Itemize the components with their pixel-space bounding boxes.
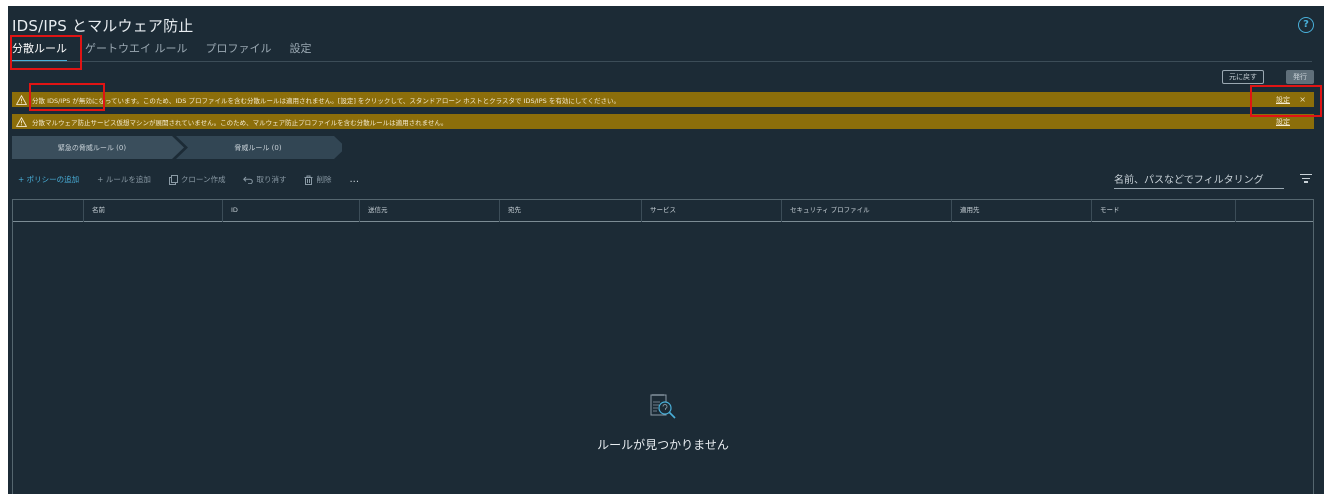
filter-icon[interactable]	[1300, 174, 1312, 185]
warning-icon	[16, 116, 27, 127]
malware-svm-alert: 分散マルウェア防止サービス仮想マシンが展開されていません。このため、マルウェア防…	[12, 114, 1314, 129]
alert-message: 分散 IDS/IPS が無効になっています。このため、IDS プロファイルを含む…	[32, 96, 620, 105]
column-header-source[interactable]: 送信元	[359, 200, 499, 222]
tab-gateway-rules[interactable]: ゲートウエイ ルール	[85, 40, 188, 62]
rules-table: 名前 ID 送信元 宛先 サービス セキュリティ プロファイル 適用先 モード …	[12, 199, 1314, 494]
tab-settings[interactable]: 設定	[290, 40, 312, 62]
column-header-destination[interactable]: 宛先	[499, 200, 641, 222]
warning-icon	[16, 94, 27, 105]
clone-button[interactable]: クローン作成	[168, 174, 226, 185]
undo-label: 取り消す	[256, 175, 287, 184]
column-header-applied-to[interactable]: 適用先	[951, 200, 1091, 222]
column-header-mode[interactable]: モード	[1091, 200, 1235, 222]
highlight-box	[1250, 85, 1322, 117]
column-header-id[interactable]: ID	[222, 200, 359, 222]
undo-icon	[243, 176, 254, 184]
add-rule-button[interactable]: + ルールを追加	[97, 174, 151, 185]
delete-button[interactable]: 削除	[304, 174, 331, 185]
column-header-name[interactable]: 名前	[83, 200, 222, 222]
settings-link[interactable]: 設定	[1276, 117, 1290, 127]
trash-icon	[304, 175, 313, 185]
ids-ips-page: IDS/IPS とマルウェア防止 ? 分散ルール ゲートウエイ ルール プロファ…	[8, 6, 1324, 494]
add-policy-button[interactable]: + ポリシーの追加	[18, 174, 79, 185]
category-threat-rules[interactable]: 脅威ルール (0)	[182, 136, 334, 159]
publish-button[interactable]: 発行	[1286, 70, 1314, 84]
column-header-service[interactable]: サービス	[641, 200, 781, 222]
alert-message: 分散マルウェア防止サービス仮想マシンが展開されていません。このため、マルウェア防…	[32, 118, 448, 127]
rule-toolbar: + ポリシーの追加 + ルールを追加 クローン作成 取り消す 削除 ...	[18, 174, 359, 185]
empty-state: ルールが見つかりません	[13, 390, 1313, 453]
tab-divider	[12, 61, 1312, 62]
filter-input[interactable]: 名前、パスなどでフィルタリング	[1114, 171, 1284, 189]
help-icon[interactable]: ?	[1298, 17, 1314, 33]
no-results-icon	[650, 394, 676, 419]
empty-state-message: ルールが見つかりません	[597, 438, 729, 452]
more-actions-button[interactable]: ...	[349, 174, 359, 185]
highlight-box	[29, 83, 105, 111]
category-emergency-threat-rules[interactable]: 緊急の脅威ルール (0)	[12, 136, 172, 159]
clone-label: クローン作成	[180, 175, 226, 184]
delete-label: 削除	[316, 175, 332, 184]
tab-profiles[interactable]: プロファイル	[206, 40, 272, 62]
highlight-box	[10, 35, 82, 70]
column-header-actions	[1235, 200, 1315, 222]
table-header: 名前 ID 送信元 宛先 サービス セキュリティ プロファイル 適用先 モード	[13, 200, 1313, 222]
undo-button[interactable]: 取り消す	[243, 174, 286, 185]
clone-icon	[168, 174, 178, 185]
column-header-security-profile[interactable]: セキュリティ プロファイル	[781, 200, 951, 222]
ids-disabled-alert: 分散 IDS/IPS が無効になっています。このため、IDS プロファイルを含む…	[12, 92, 1314, 107]
category-steps: 緊急の脅威ルール (0) 脅威ルール (0)	[12, 136, 342, 159]
page-title: IDS/IPS とマルウェア防止	[12, 17, 194, 35]
revert-button[interactable]: 元に戻す	[1222, 70, 1264, 84]
